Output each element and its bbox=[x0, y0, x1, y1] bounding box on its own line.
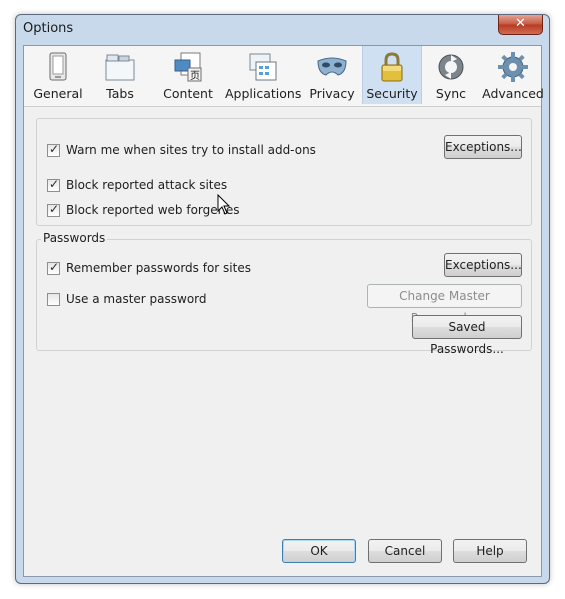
tab-sync[interactable]: Sync bbox=[426, 46, 476, 104]
saved-passwords-button[interactable]: Saved Passwords... bbox=[412, 315, 522, 356]
checkmark-icon: ✓ bbox=[49, 202, 60, 216]
block-web-forgeries-checkbox[interactable]: ✓ Block reported web forgeries bbox=[47, 202, 307, 219]
remember-passwords-checkbox[interactable]: ✓ Remember passwords for sites bbox=[47, 260, 307, 277]
checkmark-icon: ✓ bbox=[49, 142, 60, 156]
tab-tabs[interactable]: Tabs bbox=[90, 46, 150, 104]
warn-addons-checkbox[interactable]: ✓ Warn me when sites try to install add-… bbox=[47, 142, 347, 159]
pane-toolbar: General Tabs 页 Content Applications Priv… bbox=[24, 46, 544, 107]
block-attack-sites-checkbox[interactable]: ✓ Block reported attack sites bbox=[47, 177, 307, 194]
passwords-group: Passwords ✓ Remember passwords for sites… bbox=[36, 231, 532, 356]
general-icon bbox=[49, 52, 67, 81]
master-password-checkbox[interactable]: Use a master password bbox=[47, 292, 247, 308]
gear-icon bbox=[498, 52, 528, 82]
tab-content[interactable]: 页 Content bbox=[154, 46, 222, 104]
checkbox-box[interactable]: ✓ bbox=[47, 202, 60, 217]
checkbox-box[interactable]: ✓ bbox=[47, 142, 60, 157]
ok-button[interactable]: OK bbox=[282, 539, 356, 563]
tab-label: General bbox=[33, 86, 83, 101]
checkbox-label: Warn me when sites try to install add-on… bbox=[66, 143, 316, 157]
content-icon: 页 bbox=[174, 52, 202, 82]
tab-label: Tabs bbox=[106, 86, 134, 101]
tab-general[interactable]: General bbox=[27, 46, 89, 104]
sync-icon bbox=[438, 54, 464, 80]
padlock-icon bbox=[381, 52, 403, 82]
addons-exceptions-button[interactable]: Exceptions... bbox=[444, 135, 522, 159]
privacy-mask-icon bbox=[317, 57, 347, 76]
checkbox-box[interactable]: ✓ bbox=[47, 177, 60, 192]
applications-icon bbox=[249, 53, 276, 81]
title-bar[interactable]: Options ✕ bbox=[16, 15, 549, 45]
checkbox-box[interactable]: ✓ bbox=[47, 260, 60, 275]
tab-label: Security bbox=[366, 86, 418, 101]
window-title: Options bbox=[23, 21, 74, 36]
tabs-icon bbox=[105, 54, 135, 81]
checkbox-label: Use a master password bbox=[66, 292, 207, 306]
checkbox-label: Block reported attack sites bbox=[66, 178, 228, 192]
tab-label: Content bbox=[163, 86, 213, 101]
change-master-password-button[interactable]: Change Master Password... bbox=[367, 284, 522, 325]
tab-advanced[interactable]: Advanced bbox=[480, 46, 546, 104]
checkbox-label: Remember passwords for sites bbox=[66, 261, 251, 275]
tab-label: Privacy bbox=[309, 86, 355, 101]
checkmark-icon: ✓ bbox=[49, 260, 60, 274]
cancel-button[interactable]: Cancel bbox=[368, 539, 442, 563]
tab-applications[interactable]: Applications bbox=[225, 46, 302, 104]
passwords-exceptions-button[interactable]: Exceptions... bbox=[444, 253, 522, 277]
tab-label: Applications bbox=[225, 86, 302, 101]
tab-label: Advanced bbox=[482, 86, 544, 101]
checkmark-icon: ✓ bbox=[49, 177, 60, 191]
checkbox-label: Block reported web forgeries bbox=[66, 203, 240, 217]
checkbox-box[interactable] bbox=[47, 293, 60, 306]
mouse-pointer-icon bbox=[217, 194, 231, 215]
tab-label: Sync bbox=[435, 86, 467, 101]
dialog-content: General Tabs 页 Content Applications Priv… bbox=[23, 45, 544, 577]
close-button[interactable]: ✕ bbox=[498, 15, 543, 35]
close-icon: ✕ bbox=[515, 16, 526, 31]
passwords-group-title: Passwords bbox=[41, 231, 108, 245]
svg-text:页: 页 bbox=[190, 70, 200, 82]
options-dialog: Options ✕ General Tabs 页 Content Applica… bbox=[15, 14, 550, 584]
tab-privacy[interactable]: Privacy bbox=[306, 46, 358, 104]
help-button[interactable]: Help bbox=[453, 539, 527, 563]
addons-forgery-group: ✓ Warn me when sites try to install add-… bbox=[36, 118, 532, 226]
tab-security[interactable]: Security bbox=[362, 46, 422, 104]
